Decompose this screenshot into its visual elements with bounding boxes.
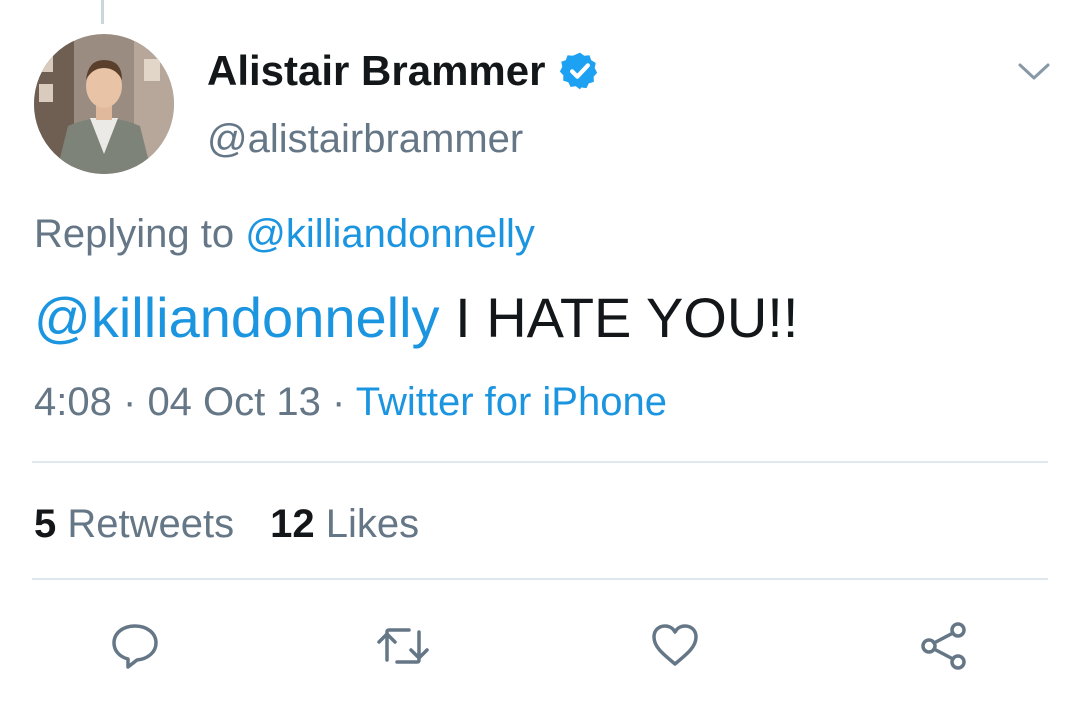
divider	[32, 578, 1048, 580]
meta-separator: ·	[332, 380, 346, 424]
share-icon	[921, 622, 966, 670]
replying-to-mention-link[interactable]: @killiandonnelly	[245, 212, 535, 256]
tweet-text: @killiandonnelly I HATE YOU!!	[34, 284, 798, 352]
likes-count: 12	[270, 502, 315, 546]
reply-icon	[112, 624, 158, 669]
heart-icon	[652, 624, 698, 666]
author-handle[interactable]: @alistairbrammer	[207, 114, 523, 164]
avatar-image	[34, 34, 174, 174]
retweets-count: 5	[34, 502, 57, 546]
replying-to-prefix: Replying to	[34, 212, 235, 256]
author-display-name-text: Alistair Brammer	[207, 47, 546, 94]
verified-badge-icon	[560, 52, 598, 90]
meta-separator: ·	[122, 380, 137, 424]
retweets-stat[interactable]: 5 Retweets	[34, 498, 234, 550]
tweet-source-link[interactable]: Twitter for iPhone	[356, 380, 667, 424]
tweet-body-text: I HATE YOU!!	[455, 286, 799, 349]
retweet-button[interactable]	[375, 618, 431, 674]
tweet-mention-link[interactable]: @killiandonnelly	[34, 286, 440, 349]
reply-button[interactable]	[107, 618, 163, 674]
replying-to-line: Replying to @killiandonnelly	[34, 208, 535, 260]
avatar[interactable]	[34, 34, 174, 174]
tweet-stats: 5 Retweets 12 Likes	[34, 498, 455, 550]
chevron-down-icon[interactable]	[1016, 56, 1052, 86]
thread-connector-line	[101, 0, 104, 24]
retweet-icon	[377, 628, 429, 664]
author-display-name[interactable]: Alistair Brammer	[207, 46, 601, 96]
likes-stat[interactable]: 12 Likes	[270, 498, 419, 550]
divider	[32, 461, 1048, 463]
tweet-date[interactable]: 04 Oct 13	[147, 380, 320, 424]
like-button[interactable]	[647, 618, 703, 674]
retweets-label: Retweets	[67, 502, 235, 546]
likes-label: Likes	[325, 502, 420, 546]
tweet-meta: 4:08 · 04 Oct 13 · Twitter for iPhone	[34, 376, 667, 428]
tweet-time[interactable]: 4:08	[34, 380, 112, 424]
share-button[interactable]	[916, 618, 972, 674]
